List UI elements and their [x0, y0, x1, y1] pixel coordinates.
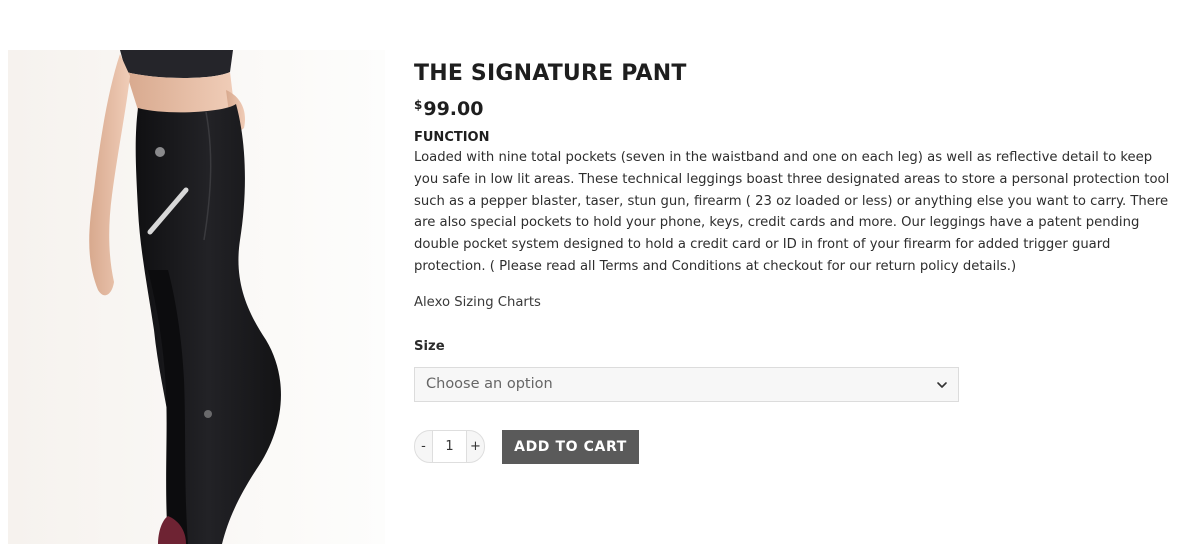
description-line: double pocket system designed to hold a … — [414, 237, 1111, 253]
add-to-cart-row: - 1 + ADD TO CART — [414, 429, 1194, 464]
function-heading: FUNCTION — [414, 130, 490, 145]
quantity-stepper: - 1 + — [414, 430, 485, 464]
chevron-down-icon — [937, 381, 947, 388]
description-line: such as a pepper blaster, taser, stun gu… — [414, 193, 1169, 209]
product-title: THE SIGNATURE PANT — [414, 61, 687, 86]
torso — [126, 72, 234, 113]
description-line: protection. ( Please read all Terms and … — [414, 258, 1017, 274]
size-label: Size — [414, 338, 445, 354]
description-line: are also special pockets to hold your ph… — [414, 215, 1140, 231]
size-select[interactable]: Choose an option — [414, 366, 959, 402]
size-select-value: Choose an option — [426, 376, 553, 393]
description-line: Loaded with nine total pockets (seven in… — [414, 150, 1153, 165]
quantity-input[interactable]: 1 — [433, 430, 466, 464]
sports-bra — [120, 50, 233, 78]
product-price: $ 99.00 — [414, 98, 1194, 120]
quantity-plus-button[interactable]: + — [466, 430, 485, 464]
sizing-charts-link[interactable]: Alexo Sizing Charts — [414, 294, 541, 312]
leggings-photo — [8, 50, 385, 544]
logo-dot — [155, 147, 165, 157]
price-amount: 99.00 — [423, 98, 484, 120]
product-description: Loaded with nine total pockets (seven in… — [414, 147, 1194, 278]
product-image[interactable] — [8, 50, 385, 544]
price-currency: $ — [414, 98, 423, 112]
product-page: THE SIGNATURE PANT $ 99.00 FUNCTION Load… — [0, 0, 1200, 544]
quantity-minus-button[interactable]: - — [414, 430, 433, 464]
product-details: THE SIGNATURE PANT $ 99.00 FUNCTION Load… — [414, 60, 1194, 464]
description-line: you safe in low lit areas. These technic… — [414, 171, 1170, 187]
add-to-cart-button[interactable]: ADD TO CART — [502, 429, 639, 464]
